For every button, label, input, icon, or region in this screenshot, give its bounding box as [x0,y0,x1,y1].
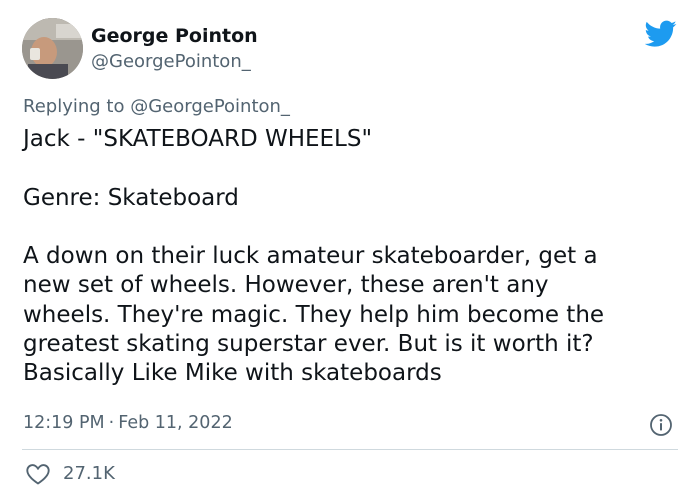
meta-separator: · [108,413,115,433]
info-icon[interactable] [649,413,673,437]
tweet-time[interactable]: 12:19 PM [23,413,105,433]
tweet-date[interactable]: Feb 11, 2022 [118,413,232,433]
avatar[interactable] [22,18,83,79]
replying-to: Replying to @GeorgePointon_ [23,94,290,120]
replying-to-prefix: Replying to [23,96,131,117]
author-display-name[interactable]: George Pointon [91,23,258,49]
twitter-bird-icon[interactable] [644,20,677,48]
like-count[interactable]: 27.1K [63,461,115,487]
tweet-text: Jack - "SKATEBOARD WHEELS" Genre: Skateb… [23,126,605,387]
heart-icon[interactable] [25,462,51,486]
tweet-timestamp[interactable]: 12:19 PM · Feb 11, 2022 [23,410,233,436]
tweet-card: George Pointon @GeorgePointon_ Replying … [0,0,700,502]
author-handle[interactable]: @GeorgePointon_ [91,50,251,74]
replying-to-mention[interactable]: @GeorgePointon_ [130,96,290,117]
divider [22,449,678,450]
